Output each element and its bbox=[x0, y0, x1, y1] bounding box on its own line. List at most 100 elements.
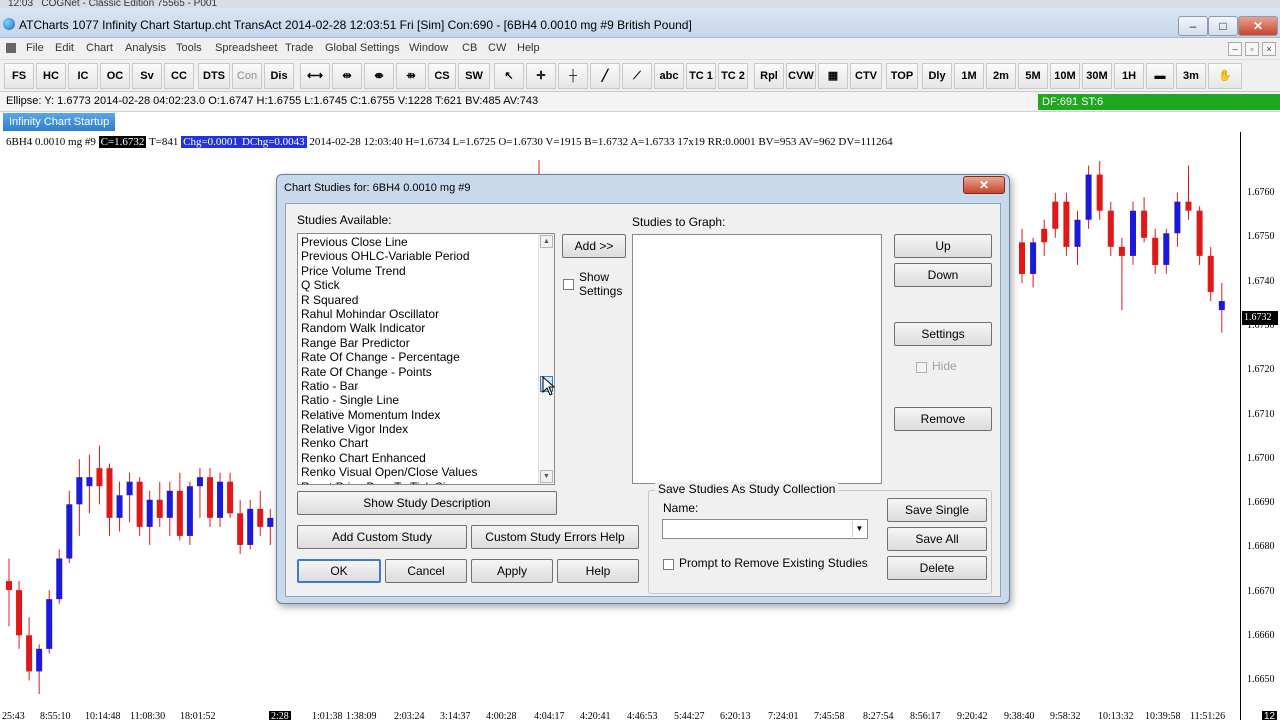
move-up-button[interactable]: Up bbox=[894, 234, 992, 258]
mdi-restore-button[interactable]: ▫ bbox=[1245, 42, 1259, 56]
save-single-button[interactable]: Save Single bbox=[887, 498, 987, 522]
remove-study-button[interactable]: Remove bbox=[894, 407, 992, 431]
toolbar-button-sv[interactable]: Sv bbox=[132, 63, 162, 89]
show-study-description-button[interactable]: Show Study Description bbox=[297, 491, 557, 515]
menu-file[interactable]: File bbox=[26, 42, 44, 54]
toolbar-button-hc[interactable]: HC bbox=[36, 63, 66, 89]
menu-window[interactable]: Window bbox=[409, 42, 448, 54]
list-item[interactable]: Relative Vigor Index bbox=[298, 422, 554, 436]
maximize-button[interactable]: □ bbox=[1208, 16, 1238, 36]
list-item[interactable]: Price Volume Trend bbox=[298, 264, 554, 278]
toolbar-button-dts[interactable]: DTS bbox=[198, 63, 230, 89]
toolbar-button-1m[interactable]: 1M bbox=[954, 63, 984, 89]
toolbar-button-pointer[interactable]: ↖ bbox=[494, 63, 524, 89]
list-item[interactable]: Ratio - Bar bbox=[298, 379, 554, 393]
collection-name-combo[interactable]: ▼ bbox=[662, 519, 868, 539]
toolbar-button-replay[interactable]: Rpl bbox=[754, 63, 784, 89]
ok-button[interactable]: OK bbox=[297, 559, 381, 583]
toolbar-button-cvw[interactable]: CVW bbox=[786, 63, 816, 89]
toolbar-button-daily[interactable]: Dly bbox=[922, 63, 952, 89]
list-item[interactable]: Ratio - Single Line bbox=[298, 393, 554, 407]
toolbar-button-text[interactable]: abc bbox=[654, 63, 684, 89]
scroll-up-icon[interactable]: ▲ bbox=[540, 235, 553, 248]
list-item[interactable]: Previous Close Line bbox=[298, 235, 554, 249]
toolbar-button-top[interactable]: TOP bbox=[886, 63, 918, 89]
toolbar-button-cs[interactable]: CS bbox=[428, 63, 456, 89]
toolbar-button-2m[interactable]: 2m bbox=[986, 63, 1016, 89]
move-down-button[interactable]: Down bbox=[894, 263, 992, 287]
list-item[interactable]: R Squared bbox=[298, 293, 554, 307]
toolbar-button-zoom-in[interactable]: ⇹ bbox=[332, 63, 362, 89]
cancel-button[interactable]: Cancel bbox=[385, 559, 467, 583]
menu-spreadsheet[interactable]: Spreadsheet bbox=[215, 42, 277, 54]
menu-chart[interactable]: Chart bbox=[86, 42, 113, 54]
toolbar-button-sw[interactable]: SW bbox=[458, 63, 490, 89]
toolbar-button-hand[interactable]: ✋ bbox=[1208, 63, 1242, 89]
dialog-close-button[interactable]: ✕ bbox=[963, 176, 1005, 194]
list-item[interactable]: Renko Chart bbox=[298, 436, 554, 450]
hide-checkbox[interactable] bbox=[916, 362, 927, 373]
toolbar-button-cc[interactable]: CC bbox=[164, 63, 194, 89]
list-item[interactable]: Rate Of Change - Percentage bbox=[298, 350, 554, 364]
menu-cw[interactable]: CW bbox=[488, 42, 506, 54]
toolbar-button-crosshair[interactable]: ✛ bbox=[526, 63, 556, 89]
menu-trade[interactable]: Trade bbox=[285, 42, 313, 54]
close-button[interactable]: ✕ bbox=[1238, 16, 1278, 36]
list-item[interactable]: Renko Chart Enhanced bbox=[298, 451, 554, 465]
toolbar-button-fs[interactable]: FS bbox=[4, 63, 34, 89]
list-item[interactable]: Relative Momentum Index bbox=[298, 408, 554, 422]
chevron-down-icon[interactable]: ▼ bbox=[852, 521, 866, 537]
toolbar-button-ctv[interactable]: CTV bbox=[850, 63, 882, 89]
toolbar-button-1h[interactable]: 1H bbox=[1114, 63, 1144, 89]
toolbar-button-oc[interactable]: OC bbox=[100, 63, 130, 89]
tab-infinity-chart-startup[interactable]: Infinity Chart Startup bbox=[3, 113, 116, 131]
save-all-button[interactable]: Save All bbox=[887, 527, 987, 551]
menu-cb[interactable]: CB bbox=[462, 42, 477, 54]
toolbar-button-zoom-out[interactable]: ⟷ bbox=[300, 63, 330, 89]
studies-available-list[interactable]: Previous Close Line Previous OHLC-Variabl… bbox=[297, 233, 555, 485]
list-item[interactable]: Rate Of Change - Points bbox=[298, 365, 554, 379]
menu-global-settings[interactable]: Global Settings bbox=[325, 42, 400, 54]
toolbar-button-30m[interactable]: 30M bbox=[1082, 63, 1112, 89]
apply-button[interactable]: Apply bbox=[471, 559, 553, 583]
toolbar-button-line-width[interactable]: ▬ bbox=[1146, 63, 1174, 89]
list-item[interactable]: Renko Visual Open/Close Values bbox=[298, 465, 554, 479]
mdi-close-button[interactable]: × bbox=[1262, 42, 1276, 56]
toolbar-button-con[interactable]: Con bbox=[232, 63, 262, 89]
delete-collection-button[interactable]: Delete bbox=[887, 556, 987, 580]
toolbar-button-ray[interactable]: ⟋ bbox=[622, 63, 652, 89]
minimize-button[interactable]: – bbox=[1178, 16, 1208, 36]
add-study-button[interactable]: Add >> bbox=[562, 234, 626, 258]
studies-to-graph-list[interactable] bbox=[632, 234, 882, 484]
list-item[interactable]: Random Walk Indicator bbox=[298, 321, 554, 335]
studies-list-scrollbar[interactable]: ▲ ▼ bbox=[538, 234, 554, 484]
toolbar-button-grid[interactable]: ▦ bbox=[818, 63, 848, 89]
custom-study-errors-help-button[interactable]: Custom Study Errors Help bbox=[471, 525, 639, 549]
list-item[interactable]: Previous OHLC-Variable Period bbox=[298, 249, 554, 263]
list-item[interactable]: Q Stick bbox=[298, 278, 554, 292]
list-item[interactable]: Rahul Mohindar Oscillator bbox=[298, 307, 554, 321]
menu-tools[interactable]: Tools bbox=[176, 42, 202, 54]
toolbar-button-tc2[interactable]: TC 2 bbox=[718, 63, 748, 89]
toolbar-button-3m[interactable]: 3m bbox=[1176, 63, 1206, 89]
toolbar-button-ic[interactable]: IC bbox=[68, 63, 98, 89]
menu-analysis[interactable]: Analysis bbox=[125, 42, 166, 54]
scroll-down-icon[interactable]: ▼ bbox=[540, 470, 553, 483]
study-settings-button[interactable]: Settings bbox=[894, 322, 992, 346]
menu-help[interactable]: Help bbox=[517, 42, 540, 54]
show-settings-checkbox[interactable] bbox=[563, 279, 574, 290]
toolbar-button-expand[interactable]: ⇼ bbox=[364, 63, 394, 89]
toolbar-button-compress[interactable]: ⇻ bbox=[396, 63, 426, 89]
toolbar-button-5m[interactable]: 5M bbox=[1018, 63, 1048, 89]
help-button[interactable]: Help bbox=[557, 559, 639, 583]
mdi-minimize-button[interactable]: – bbox=[1228, 42, 1242, 56]
list-item[interactable]: Range Bar Predictor bbox=[298, 336, 554, 350]
list-item[interactable]: Reset Price Bars To Tick Size bbox=[298, 480, 554, 484]
toolbar-button-horizontal-line[interactable]: ┼ bbox=[558, 63, 588, 89]
toolbar-button-tc1[interactable]: TC 1 bbox=[686, 63, 716, 89]
system-menu-icon[interactable] bbox=[6, 43, 16, 53]
toolbar-button-10m[interactable]: 10M bbox=[1050, 63, 1080, 89]
toolbar-button-trendline[interactable]: ╱ bbox=[590, 63, 620, 89]
menu-edit[interactable]: Edit bbox=[55, 42, 74, 54]
toolbar-button-dis[interactable]: Dis bbox=[264, 63, 294, 89]
